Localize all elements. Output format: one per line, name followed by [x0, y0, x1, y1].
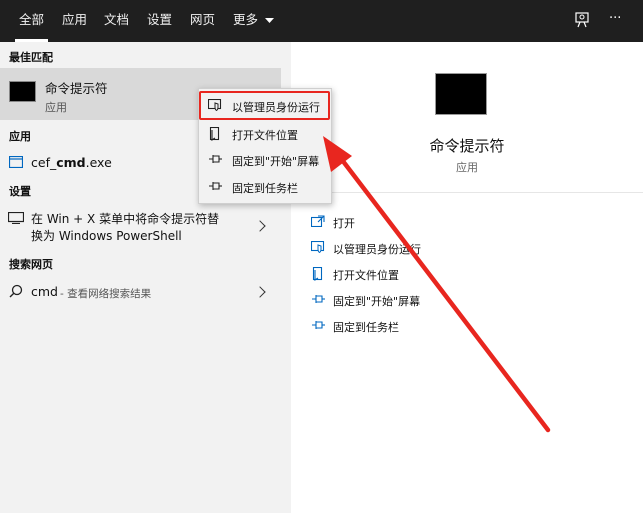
- settings-line-1: 在 Win + X 菜单中将命令提示符替: [31, 212, 220, 226]
- tab-documents[interactable]: 文档: [104, 0, 129, 42]
- cmd-app-icon: [9, 81, 36, 102]
- preview-panel: 命令提示符 应用 打开 以管理员身份运行 打开文件位置 固定到"开始"屏幕 固定…: [291, 42, 643, 513]
- chevron-down-icon: [265, 17, 274, 23]
- preview-divider: [291, 192, 643, 193]
- search-tabs-bar: 全部 应用 文档 设置 网页 更多 ···: [0, 0, 643, 42]
- tab-more[interactable]: 更多: [233, 0, 274, 42]
- pin-icon: [209, 182, 222, 190]
- best-match-subtitle: 应用: [45, 101, 67, 114]
- open-icon: [311, 215, 325, 227]
- preview-title: 命令提示符: [429, 137, 505, 155]
- action-open-label: 打开: [333, 217, 355, 230]
- best-match-heading: 最佳匹配: [9, 51, 53, 64]
- ctx-open-file-location-label: 打开文件位置: [232, 129, 298, 142]
- settings-monitor-icon: [8, 212, 24, 224]
- ctx-open-file-location[interactable]: 打开文件位置: [199, 121, 333, 147]
- pin-icon: [209, 155, 222, 163]
- pin-icon: [312, 295, 325, 303]
- annotation-highlight-box: [199, 91, 330, 120]
- web-search-query: cmd: [31, 284, 58, 299]
- search-icon: [9, 284, 23, 298]
- cmd-preview-icon: [435, 73, 487, 115]
- web-search-hint: - 查看网络搜索结果: [60, 288, 152, 300]
- tab-all[interactable]: 全部: [14, 0, 49, 42]
- settings-line-2: 换为 Windows PowerShell: [31, 229, 182, 243]
- pin-icon: [312, 321, 325, 329]
- file-location-icon: [209, 127, 220, 141]
- tab-web[interactable]: 网页: [190, 0, 215, 42]
- ctx-pin-to-start[interactable]: 固定到"开始"屏幕: [199, 147, 333, 173]
- ctx-pin-to-start-label: 固定到"开始"屏幕: [232, 155, 320, 168]
- more-options-icon[interactable]: ···: [609, 11, 621, 29]
- apps-heading: 应用: [9, 130, 31, 143]
- action-pin-to-taskbar-label: 固定到任务栏: [333, 321, 399, 334]
- preview-subtitle: 应用: [456, 161, 478, 174]
- chevron-right-icon: [254, 286, 266, 298]
- tab-apps[interactable]: 应用: [62, 0, 87, 42]
- app-name-match: cmd: [56, 155, 86, 170]
- chevron-right-icon: [254, 220, 266, 232]
- settings-result-item[interactable]: 在 Win + X 菜单中将命令提示符替 换为 Windows PowerShe…: [0, 205, 281, 245]
- action-run-as-admin-label: 以管理员身份运行: [333, 243, 421, 256]
- action-open-file-location-label: 打开文件位置: [333, 269, 399, 282]
- web-search-item[interactable]: cmd - 查看网络搜索结果: [0, 279, 281, 305]
- action-pin-to-start-label: 固定到"开始"屏幕: [333, 295, 421, 308]
- web-search-heading: 搜索网页: [9, 258, 53, 271]
- tab-settings[interactable]: 设置: [147, 0, 172, 42]
- ctx-pin-to-taskbar-label: 固定到任务栏: [232, 182, 298, 195]
- window-app-icon: [9, 156, 23, 168]
- tab-more-label: 更多: [233, 12, 259, 27]
- ctx-pin-to-taskbar[interactable]: 固定到任务栏: [199, 174, 333, 200]
- best-match-title: 命令提示符: [45, 81, 108, 96]
- file-location-icon: [312, 267, 323, 281]
- app-name-suffix: .exe: [85, 155, 112, 170]
- feedback-icon[interactable]: [574, 12, 590, 30]
- app-name-prefix: cef_: [31, 155, 57, 170]
- shield-run-icon: [311, 241, 325, 253]
- settings-heading: 设置: [9, 185, 31, 198]
